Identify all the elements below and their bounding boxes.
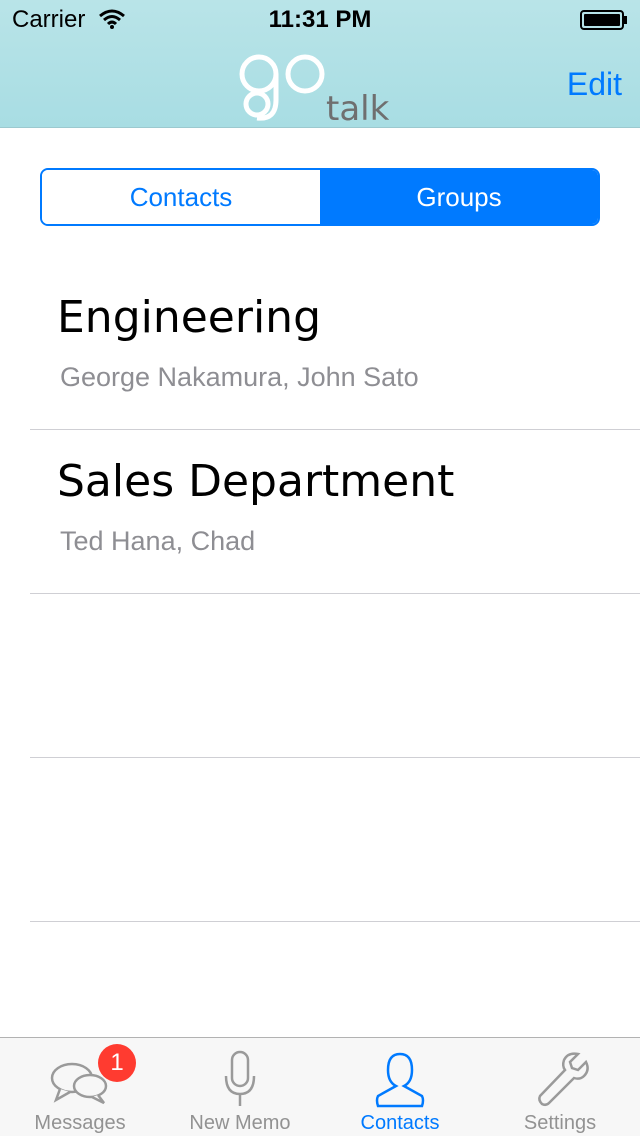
empty-row (30, 594, 640, 758)
messages-badge: 1 (98, 1044, 136, 1082)
group-name: Sales Department (57, 456, 455, 507)
segment-contacts[interactable]: Contacts (42, 170, 320, 224)
logo-talk-text: talk (326, 89, 390, 126)
group-members: Ted Hana, Chad (60, 526, 256, 556)
gotalk-logo: talk (239, 54, 390, 126)
tab-messages[interactable]: 1 Messages (0, 1038, 160, 1136)
tab-label: Contacts (360, 1112, 440, 1134)
navigation-header: Carrier 11:31 PM talk Edit (0, 0, 640, 128)
empty-row (30, 758, 640, 922)
edit-button[interactable]: Edit (567, 66, 622, 103)
group-name: Engineering (57, 292, 321, 343)
microphone-icon (224, 1050, 256, 1106)
tab-label: New Memo (189, 1112, 291, 1134)
contact-person-icon (375, 1052, 425, 1108)
tab-new-memo[interactable]: New Memo (160, 1038, 320, 1136)
tab-settings[interactable]: Settings (480, 1038, 640, 1136)
tab-contacts[interactable]: Contacts (320, 1038, 480, 1136)
battery-icon (580, 10, 627, 30)
tab-label: Settings (523, 1112, 597, 1134)
tab-label: Messages (34, 1112, 126, 1134)
wrench-icon (538, 1052, 589, 1107)
status-time: 11:31 PM (268, 6, 372, 33)
group-row-sales[interactable]: Sales Department Ted Hana, Chad (30, 430, 640, 594)
group-members: George Nakamura, John Sato (60, 362, 419, 392)
tab-bar: 1 Messages New Memo Contacts Settings (0, 1037, 640, 1136)
contacts-groups-segmented-control: Contacts Groups (40, 168, 600, 226)
group-row-engineering[interactable]: Engineering George Nakamura, John Sato (30, 266, 640, 430)
groups-list: Engineering George Nakamura, John Sato S… (0, 266, 640, 922)
segment-groups[interactable]: Groups (320, 170, 598, 224)
status-bar: Carrier 11:31 PM (0, 0, 640, 40)
